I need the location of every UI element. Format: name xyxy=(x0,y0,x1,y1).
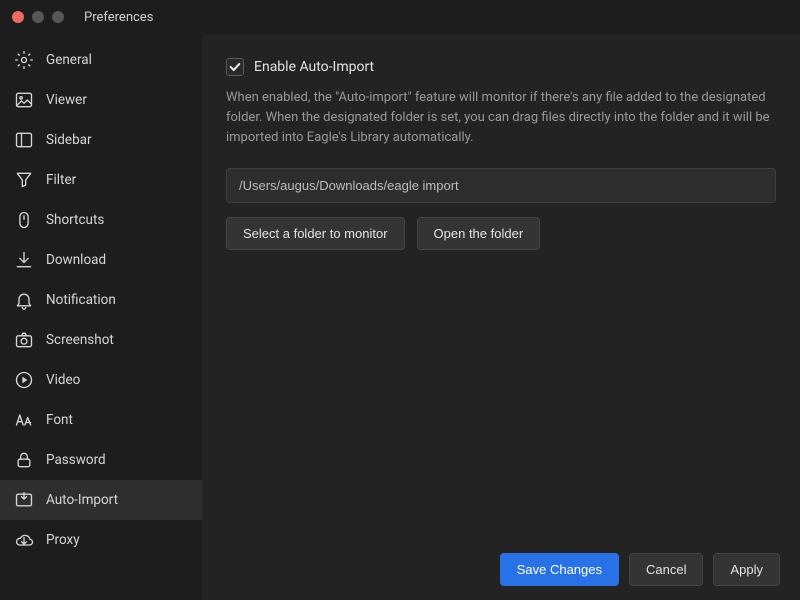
save-changes-button[interactable]: Save Changes xyxy=(500,553,619,586)
preferences-sidebar: General Viewer Sidebar Filter Shortcuts Downl… xyxy=(0,34,202,600)
sidebar-item-sidebar[interactable]: Sidebar xyxy=(0,120,202,160)
main-panel: Enable Auto-Import When enabled, the "Au… xyxy=(202,34,800,600)
enable-auto-import-checkbox[interactable] xyxy=(226,58,244,76)
font-icon xyxy=(14,410,34,430)
sidebar-item-password[interactable]: Password xyxy=(0,440,202,480)
select-folder-button[interactable]: Select a folder to monitor xyxy=(226,217,405,250)
monitor-folder-path-input[interactable] xyxy=(226,168,776,203)
import-icon xyxy=(14,490,34,510)
sidebar-item-label: General xyxy=(46,52,92,68)
sidebar-item-filter[interactable]: Filter xyxy=(0,160,202,200)
sidebar-item-label: Font xyxy=(46,412,73,428)
bell-icon xyxy=(14,290,34,310)
window-titlebar: Preferences xyxy=(0,0,800,34)
sidebar-item-label: Proxy xyxy=(46,532,80,548)
open-folder-button[interactable]: Open the folder xyxy=(417,217,541,250)
image-icon xyxy=(14,90,34,110)
check-icon xyxy=(229,61,241,73)
maximize-window-button[interactable] xyxy=(52,11,64,23)
sidebar-item-font[interactable]: Font xyxy=(0,400,202,440)
sidebar-item-label: Shortcuts xyxy=(46,212,104,228)
sidebar-item-screenshot[interactable]: Screenshot xyxy=(0,320,202,360)
mouse-icon xyxy=(14,210,34,230)
auto-import-description: When enabled, the "Auto-import" feature … xyxy=(226,88,776,148)
sidebar-item-viewer[interactable]: Viewer xyxy=(0,80,202,120)
sidebar-item-auto-import[interactable]: Auto-Import xyxy=(0,480,202,520)
lock-icon xyxy=(14,450,34,470)
sidebar-item-proxy[interactable]: Proxy xyxy=(0,520,202,560)
sidebar-item-label: Auto-Import xyxy=(46,492,118,508)
sidebar-item-label: Password xyxy=(46,452,106,468)
enable-auto-import-label: Enable Auto-Import xyxy=(254,59,374,75)
sidebar-item-label: Video xyxy=(46,372,80,388)
auto-import-pane: Enable Auto-Import When enabled, the "Au… xyxy=(202,34,800,539)
download-icon xyxy=(14,250,34,270)
sidebar-item-shortcuts[interactable]: Shortcuts xyxy=(0,200,202,240)
sidebar-item-label: Sidebar xyxy=(46,132,92,148)
window-title: Preferences xyxy=(84,10,153,25)
sidebar-item-download[interactable]: Download xyxy=(0,240,202,280)
funnel-icon xyxy=(14,170,34,190)
window-controls xyxy=(12,11,64,23)
cancel-button[interactable]: Cancel xyxy=(629,553,703,586)
apply-button[interactable]: Apply xyxy=(713,553,780,586)
gear-icon xyxy=(14,50,34,70)
sidebar-item-label: Notification xyxy=(46,292,116,308)
sidebar-item-label: Viewer xyxy=(46,92,87,108)
panel-icon xyxy=(14,130,34,150)
play-icon xyxy=(14,370,34,390)
close-window-button[interactable] xyxy=(12,11,24,23)
camera-icon xyxy=(14,330,34,350)
sidebar-item-label: Filter xyxy=(46,172,76,188)
dialog-footer: Save Changes Cancel Apply xyxy=(202,539,800,600)
sidebar-item-label: Screenshot xyxy=(46,332,114,348)
cloud-icon xyxy=(14,530,34,550)
sidebar-item-video[interactable]: Video xyxy=(0,360,202,400)
sidebar-item-notification[interactable]: Notification xyxy=(0,280,202,320)
sidebar-item-label: Download xyxy=(46,252,106,268)
sidebar-item-general[interactable]: General xyxy=(0,40,202,80)
minimize-window-button[interactable] xyxy=(32,11,44,23)
